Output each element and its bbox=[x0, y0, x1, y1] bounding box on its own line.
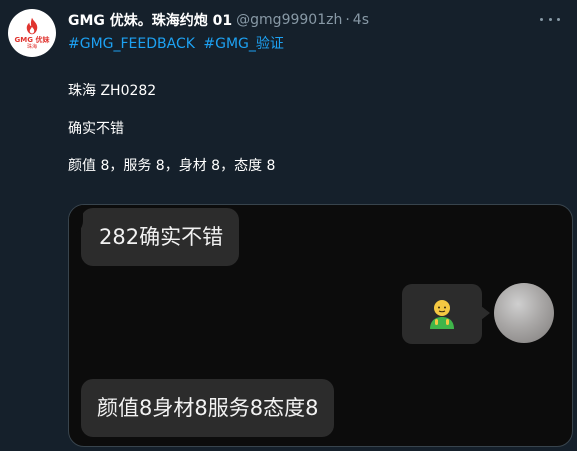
hashtag-link-verify[interactable]: #GMG_验证 bbox=[203, 36, 284, 52]
chat-bubble-incoming: 颜值8身材8服务8态度8 bbox=[81, 379, 335, 437]
separator-dot: · bbox=[345, 12, 350, 28]
chat-message-text: 颜值8身材8服务8态度8 bbox=[97, 396, 319, 420]
logo-subtext: 珠海 bbox=[26, 43, 37, 50]
hashtag-link-feedback[interactable]: #GMG_FEEDBACK bbox=[68, 36, 195, 52]
chat-message-text: 282确实不错 bbox=[99, 225, 224, 249]
more-dot bbox=[557, 17, 560, 21]
chat-avatar bbox=[494, 283, 554, 343]
more-options-icon[interactable] bbox=[540, 10, 560, 28]
person-emoji-icon bbox=[425, 297, 459, 331]
tweet-card[interactable]: GMG 优妹 珠海 GMG 优妹。珠海约炮 01 @gmg99901zh · 4… bbox=[0, 0, 577, 451]
display-name[interactable]: GMG 优妹。珠海约炮 01 bbox=[68, 10, 232, 30]
chat-bubble-outgoing bbox=[402, 284, 490, 344]
avatar[interactable]: GMG 优妹 珠海 bbox=[8, 9, 56, 57]
tweet-text-line: 珠海 ZH0282 bbox=[68, 83, 157, 99]
timestamp[interactable]: 4s bbox=[353, 12, 369, 28]
flame-logo-icon bbox=[26, 17, 38, 34]
attached-image[interactable]: 282确实不错 颜值8身材8服务8态度8 bbox=[68, 204, 573, 447]
more-dot bbox=[540, 17, 543, 21]
more-dot bbox=[548, 17, 552, 21]
hashtag-row: #GMG_FEEDBACK #GMG_验证 bbox=[68, 33, 284, 53]
logo-text: GMG 优妹 bbox=[14, 35, 50, 44]
user-handle[interactable]: @gmg99901zh bbox=[236, 12, 342, 28]
tweet-text-line: 确实不错 bbox=[68, 121, 124, 137]
chat-bubble-incoming: 282确实不错 bbox=[81, 208, 240, 266]
tweet-header: GMG 优妹。珠海约炮 01 @gmg99901zh · 4s bbox=[68, 10, 369, 30]
tweet-text-line: 颜值 8，服务 8，身材 8，态度 8 bbox=[68, 158, 276, 174]
